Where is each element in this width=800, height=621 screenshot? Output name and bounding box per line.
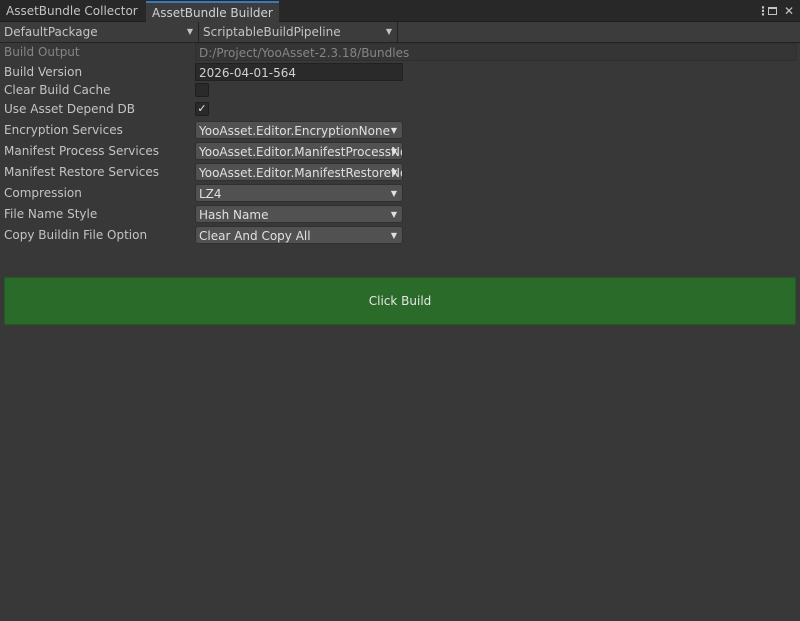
close-icon[interactable]: ✕ bbox=[784, 4, 794, 18]
compression-value: LZ4 bbox=[199, 187, 222, 201]
pipeline-dropdown[interactable]: ScriptableBuildPipeline ▼ bbox=[199, 22, 398, 42]
kebab-menu-icon[interactable]: ⋮ bbox=[757, 4, 769, 18]
manifest-process-services-dropdown[interactable]: YooAsset.Editor.ManifestProcessNone ▼ bbox=[195, 142, 403, 160]
build-version-row: Build Version 2026-04-01-564 bbox=[0, 62, 800, 82]
manifest-restore-services-row: Manifest Restore Services YooAsset.Edito… bbox=[0, 162, 800, 182]
checkmark-icon: ✓ bbox=[197, 102, 207, 115]
toolbar: DefaultPackage ▼ ScriptableBuildPipeline… bbox=[0, 22, 800, 43]
manifest-restore-services-value: YooAsset.Editor.ManifestRestoreNone bbox=[199, 166, 403, 180]
encryption-services-label: Encryption Services bbox=[4, 123, 123, 137]
dropdown-arrow-icon: ▼ bbox=[186, 27, 193, 36]
copy-buildin-file-option-row: Copy Buildin File Option Clear And Copy … bbox=[0, 225, 800, 245]
tab-assetbundle-collector[interactable]: AssetBundle Collector bbox=[0, 2, 144, 21]
compression-dropdown[interactable]: LZ4 ▼ bbox=[195, 184, 403, 202]
encryption-services-dropdown[interactable]: YooAsset.Editor.EncryptionNone ▼ bbox=[195, 121, 403, 139]
build-output-field: D:/Project/YooAsset-2.3.18/Bundles bbox=[195, 43, 797, 61]
pipeline-dropdown-value: ScriptableBuildPipeline bbox=[203, 25, 341, 39]
clear-build-cache-label: Clear Build Cache bbox=[4, 83, 111, 97]
package-dropdown-value: DefaultPackage bbox=[4, 25, 98, 39]
dropdown-arrow-icon: ▼ bbox=[390, 126, 397, 135]
build-output-label: Build Output bbox=[4, 45, 80, 59]
file-name-style-label: File Name Style bbox=[4, 207, 98, 221]
compression-row: Compression LZ4 ▼ bbox=[0, 183, 800, 203]
dropdown-arrow-icon: ▼ bbox=[385, 27, 392, 36]
maximize-icon[interactable] bbox=[767, 7, 777, 15]
use-asset-depend-db-label: Use Asset Depend DB bbox=[4, 102, 135, 116]
build-version-input[interactable]: 2026-04-01-564 bbox=[195, 63, 403, 81]
window-controls: ⋮ ✕ bbox=[757, 3, 794, 19]
build-output-row: Build Output D:/Project/YooAsset-2.3.18/… bbox=[0, 42, 800, 62]
manifest-process-services-value: YooAsset.Editor.ManifestProcessNone bbox=[199, 145, 403, 159]
manifest-restore-services-dropdown[interactable]: YooAsset.Editor.ManifestRestoreNone ▼ bbox=[195, 163, 403, 181]
file-name-style-dropdown[interactable]: Hash Name ▼ bbox=[195, 205, 403, 223]
copy-buildin-file-option-value: Clear And Copy All bbox=[199, 229, 311, 243]
manifest-process-services-label: Manifest Process Services bbox=[4, 144, 159, 158]
build-version-label: Build Version bbox=[4, 65, 83, 79]
dropdown-arrow-icon: ▼ bbox=[390, 147, 397, 156]
compression-label: Compression bbox=[4, 186, 82, 200]
package-dropdown[interactable]: DefaultPackage ▼ bbox=[0, 22, 199, 42]
dropdown-arrow-icon: ▼ bbox=[390, 168, 397, 177]
encryption-services-value: YooAsset.Editor.EncryptionNone bbox=[199, 124, 390, 138]
clear-build-cache-row: Clear Build Cache bbox=[0, 80, 800, 100]
manifest-restore-services-label: Manifest Restore Services bbox=[4, 165, 159, 179]
encryption-services-row: Encryption Services YooAsset.Editor.Encr… bbox=[0, 120, 800, 140]
tab-bar: AssetBundle Collector AssetBundle Builde… bbox=[0, 0, 800, 23]
click-build-button[interactable]: Click Build bbox=[4, 277, 796, 325]
file-name-style-value: Hash Name bbox=[199, 208, 269, 222]
asset-bundle-builder-window: AssetBundle Collector AssetBundle Builde… bbox=[0, 0, 800, 621]
use-asset-depend-db-row: Use Asset Depend DB ✓ bbox=[0, 99, 800, 119]
use-asset-depend-db-checkbox[interactable]: ✓ bbox=[195, 102, 209, 116]
copy-buildin-file-option-dropdown[interactable]: Clear And Copy All ▼ bbox=[195, 226, 403, 244]
dropdown-arrow-icon: ▼ bbox=[390, 210, 397, 219]
manifest-process-services-row: Manifest Process Services YooAsset.Edito… bbox=[0, 141, 800, 161]
dropdown-arrow-icon: ▼ bbox=[390, 231, 397, 240]
clear-build-cache-checkbox[interactable] bbox=[195, 83, 209, 97]
dropdown-arrow-icon: ▼ bbox=[390, 189, 397, 198]
copy-buildin-file-option-label: Copy Buildin File Option bbox=[4, 228, 148, 242]
file-name-style-row: File Name Style Hash Name ▼ bbox=[0, 204, 800, 224]
tab-assetbundle-builder[interactable]: AssetBundle Builder bbox=[146, 1, 279, 23]
